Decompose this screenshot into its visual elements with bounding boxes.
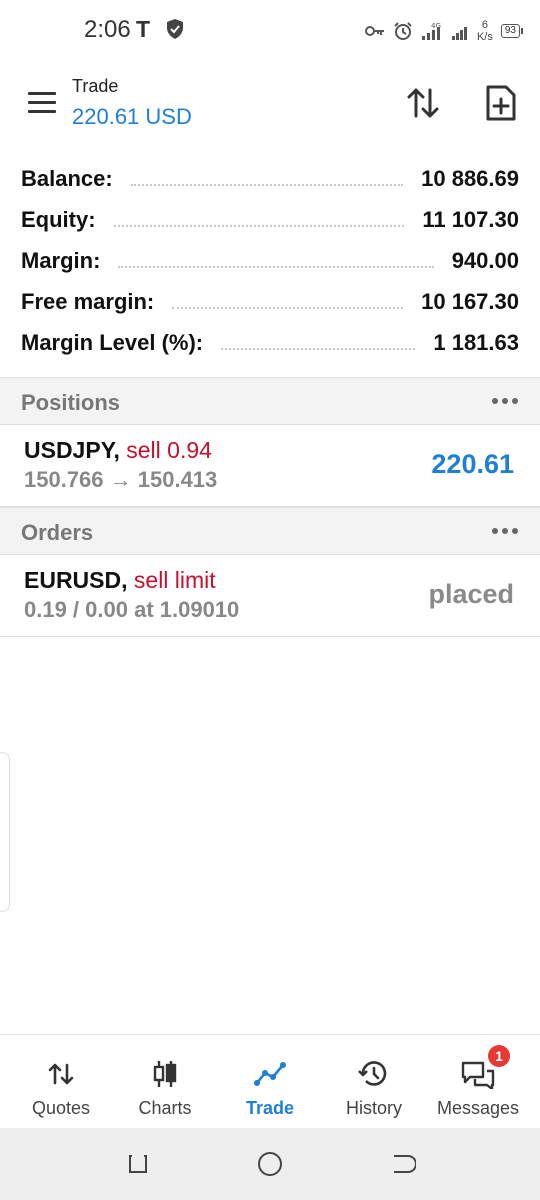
summary-row-margin-level: Margin Level (%): 1 181.63: [0, 322, 540, 363]
nav-quotes[interactable]: Quotes: [7, 1035, 115, 1129]
nav-label: Charts: [138, 1098, 192, 1118]
profit-subtitle: 220.61 USD: [72, 104, 192, 129]
signal-icon: 4G: [421, 22, 441, 40]
section-title: Orders: [21, 520, 94, 545]
nav-label: Messages: [436, 1098, 520, 1118]
speed-unit: K/s: [476, 31, 493, 43]
dotted-leader: [172, 306, 404, 309]
summary-row-margin: Margin: 940.00: [0, 240, 540, 281]
summary-value: 11 107.30: [422, 206, 519, 232]
unread-badge: 1: [488, 1045, 510, 1067]
system-nav-bar: [0, 1128, 540, 1200]
network-speed: 6 K/s: [477, 19, 493, 43]
nav-trade[interactable]: Trade: [216, 1035, 324, 1129]
orders-header: Orders: [0, 507, 540, 555]
summary-label: Balance:: [21, 165, 113, 191]
order-row[interactable]: EURUSD, sell limit 0.19 / 0.00 at 1.0901…: [0, 555, 540, 637]
app-header: Trade 220.61 USD: [0, 62, 540, 152]
positions-header: Positions: [0, 377, 540, 425]
recent-apps-icon[interactable]: [124, 1150, 152, 1178]
bottom-nav: Quotes Charts Trade History 1 Messages: [0, 1034, 540, 1128]
nav-messages[interactable]: 1 Messages: [424, 1035, 532, 1129]
status-time: 2:06: [84, 16, 131, 43]
more-icon[interactable]: [492, 398, 518, 404]
nav-label: Trade: [245, 1098, 295, 1118]
summary-value: 1 181.63: [433, 329, 519, 355]
charts-icon: [153, 1061, 177, 1087]
history-icon: [358, 1061, 387, 1086]
status-bar: 2:06 T 4G 6 K/s 93: [0, 0, 540, 62]
summary-label: Equity:: [21, 206, 96, 232]
section-title: Positions: [21, 390, 121, 415]
order-detail: 0.19 / 0.00 at 1.09010: [24, 597, 240, 622]
back-icon[interactable]: [388, 1150, 416, 1178]
dotted-leader: [221, 347, 416, 350]
shield-icon: [167, 19, 183, 39]
new-order-icon[interactable]: [484, 84, 518, 122]
speed-value: 6: [481, 19, 488, 31]
position-symbol: USDJPY, sell 0.94: [24, 437, 212, 464]
order-type: sell limit: [133, 567, 216, 593]
nav-history[interactable]: History: [320, 1035, 428, 1129]
nav-label: History: [345, 1098, 402, 1118]
summary-value: 940.00: [451, 247, 519, 273]
summary-row-equity: Equity: 11 107.30: [0, 199, 540, 240]
dotted-leader: [113, 224, 405, 227]
battery-icon: 93: [500, 24, 524, 38]
alarm-icon: [394, 22, 412, 40]
summary-row-free-margin: Free margin: 10 167.30: [0, 281, 540, 322]
order-status: placed: [428, 579, 514, 609]
summary-row-balance: Balance: 10 886.69: [0, 158, 540, 199]
position-row[interactable]: USDJPY, sell 0.94 150.766 → 150.413 220.…: [0, 425, 540, 507]
position-prices: 150.766 → 150.413: [24, 467, 218, 492]
symbol-text: USDJPY,: [24, 437, 120, 463]
carrier-icon: T: [136, 16, 151, 42]
nav-label: Quotes: [31, 1098, 91, 1118]
nav-charts[interactable]: Charts: [111, 1035, 219, 1129]
edge-panel-handle[interactable]: [0, 752, 10, 912]
key-icon: [364, 26, 384, 36]
summary-value: 10 167.30: [421, 288, 519, 314]
trade-icon: [254, 1062, 286, 1086]
signal-icon: [451, 27, 467, 40]
sort-icon[interactable]: [404, 84, 442, 122]
home-icon[interactable]: [256, 1150, 284, 1178]
position-profit: 220.61: [431, 449, 514, 479]
status-icons: 4G 6 K/s 93: [364, 14, 524, 48]
quotes-icon: [48, 1063, 74, 1085]
more-icon[interactable]: [492, 528, 518, 534]
summary-label: Margin Level (%):: [21, 329, 204, 355]
symbol-text: EURUSD,: [24, 567, 128, 593]
menu-icon[interactable]: [28, 92, 56, 114]
position-type: sell 0.94: [126, 437, 212, 463]
dotted-leader: [118, 265, 434, 268]
messages-icon: [461, 1061, 495, 1089]
page-title: Trade: [72, 76, 119, 96]
summary-value: 10 886.69: [421, 165, 519, 191]
order-symbol: EURUSD, sell limit: [24, 567, 216, 594]
summary-label: Free margin:: [21, 288, 155, 314]
account-summary: Balance: 10 886.69 Equity: 11 107.30 Mar…: [0, 158, 540, 363]
dotted-leader: [130, 183, 404, 186]
summary-label: Margin:: [21, 247, 101, 273]
